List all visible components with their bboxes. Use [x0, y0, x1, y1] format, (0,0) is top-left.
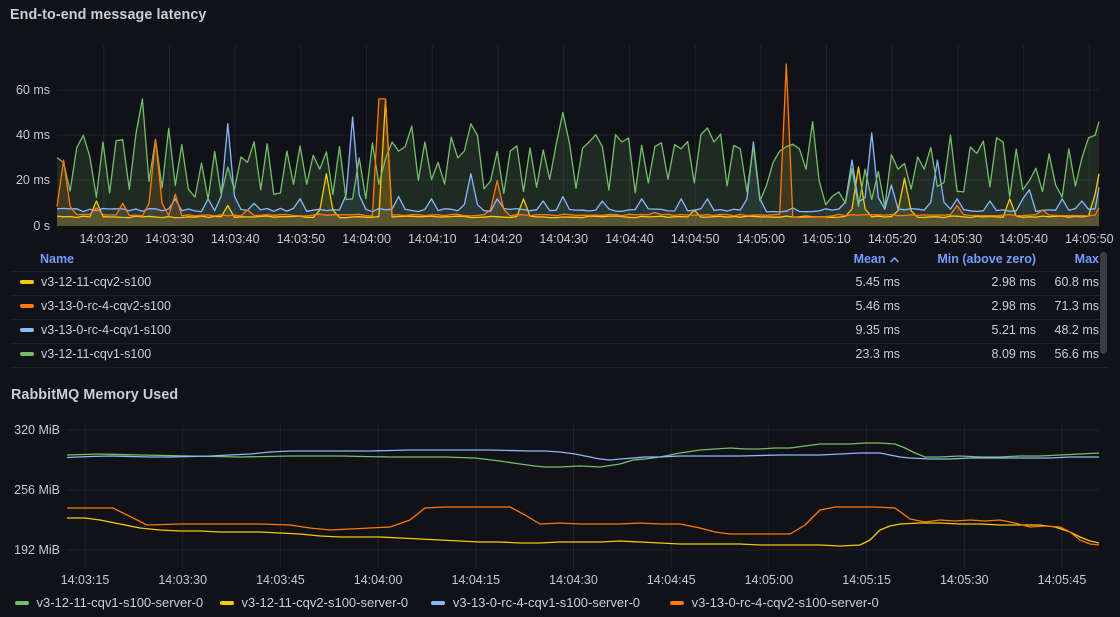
svg-text:14:05:15: 14:05:15 [842, 573, 891, 587]
svg-text:14:03:20: 14:03:20 [79, 232, 128, 246]
svg-text:60 ms: 60 ms [16, 83, 50, 97]
svg-text:0 s: 0 s [33, 219, 50, 233]
svg-text:192 MiB: 192 MiB [14, 543, 60, 557]
svg-text:14:04:50: 14:04:50 [671, 232, 720, 246]
svg-text:14:05:00: 14:05:00 [736, 232, 785, 246]
svg-text:14:03:50: 14:03:50 [277, 232, 326, 246]
svg-text:14:04:20: 14:04:20 [474, 232, 523, 246]
svg-text:14:05:50: 14:05:50 [1065, 232, 1114, 246]
svg-text:14:04:45: 14:04:45 [647, 573, 696, 587]
svg-text:320 MiB: 320 MiB [14, 423, 60, 437]
svg-text:14:04:00: 14:04:00 [342, 232, 391, 246]
svg-text:14:05:10: 14:05:10 [802, 232, 851, 246]
svg-text:14:04:30: 14:04:30 [549, 573, 598, 587]
svg-text:14:03:40: 14:03:40 [211, 232, 260, 246]
svg-text:40 ms: 40 ms [16, 128, 50, 142]
svg-text:14:05:00: 14:05:00 [745, 573, 794, 587]
svg-text:14:03:30: 14:03:30 [158, 573, 207, 587]
svg-text:256 MiB: 256 MiB [14, 483, 60, 497]
svg-text:14:05:30: 14:05:30 [934, 232, 983, 246]
svg-text:14:05:45: 14:05:45 [1038, 573, 1087, 587]
svg-text:14:04:15: 14:04:15 [451, 573, 500, 587]
svg-text:14:04:00: 14:04:00 [354, 573, 403, 587]
svg-text:14:04:30: 14:04:30 [539, 232, 588, 246]
svg-text:14:05:20: 14:05:20 [868, 232, 917, 246]
svg-text:14:05:30: 14:05:30 [940, 573, 989, 587]
svg-text:14:04:40: 14:04:40 [605, 232, 654, 246]
svg-text:20 ms: 20 ms [16, 173, 50, 187]
svg-text:14:05:40: 14:05:40 [999, 232, 1048, 246]
svg-text:14:03:15: 14:03:15 [61, 573, 110, 587]
svg-text:14:03:45: 14:03:45 [256, 573, 305, 587]
svg-text:14:04:10: 14:04:10 [408, 232, 457, 246]
svg-text:14:03:30: 14:03:30 [145, 232, 194, 246]
